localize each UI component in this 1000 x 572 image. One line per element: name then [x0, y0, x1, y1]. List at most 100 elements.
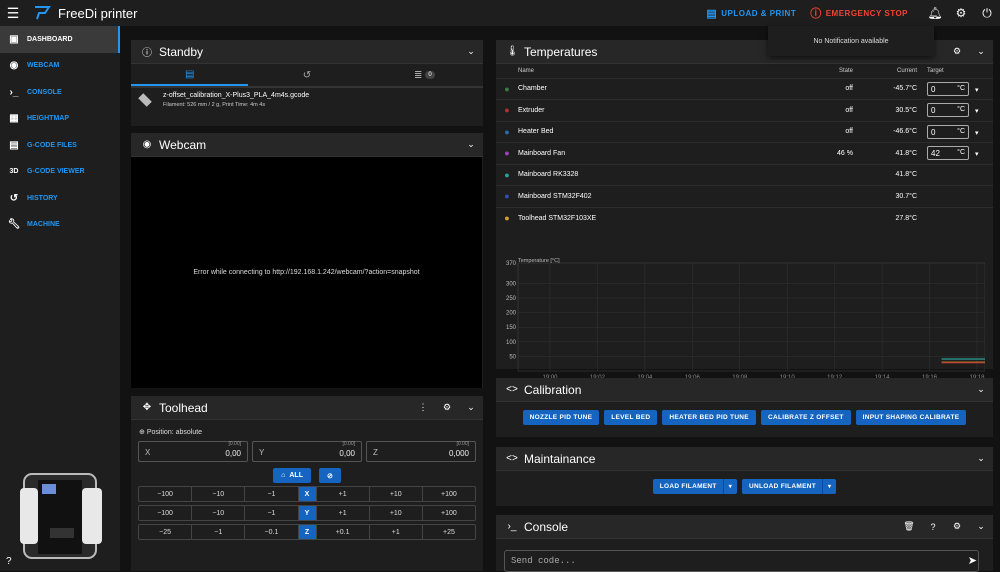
file-icon: ▤ — [184, 68, 195, 80]
gear-icon[interactable]: ⚙ — [945, 521, 969, 532]
sidebar-item-machine[interactable]: 🔧︎ MACHINE — [0, 212, 120, 239]
target-input[interactable]: 0 °C — [927, 81, 969, 96]
sidebar-item-history[interactable]: ↺ HISTORY — [0, 185, 120, 212]
caret-down-icon[interactable]: ▾ — [975, 151, 979, 158]
target-input[interactable]: 0 °C — [927, 103, 969, 118]
console-panel: ›_ Console 🗑︎ ? ⚙ ⌄ Send code... ➤ — [496, 515, 993, 572]
jog-x-minus-1[interactable]: −1 — [245, 487, 299, 501]
sidebar-item-gcode-viewer[interactable]: 3D G-CODE VIEWER — [0, 159, 120, 186]
upload-print-button[interactable]: ▤ UPLOAD & PRINT — [706, 7, 796, 20]
sidebar-item-console[interactable]: ›_ CONSOLE — [0, 79, 120, 106]
job-item[interactable]: z-offset_calibration_X-Plus3_PLA_4m4s.gc… — [131, 88, 483, 112]
tab-history[interactable]: ↺ — [248, 64, 365, 86]
sidebar-item-gcode-files[interactable]: ▤ G-CODE FILES — [0, 132, 120, 159]
gear-icon[interactable]: ⚙ — [435, 402, 459, 413]
z-position-field[interactable]: Z [0.00] 0,000 — [366, 441, 476, 462]
help-icon[interactable]: ? — [6, 556, 12, 567]
x-position-field[interactable]: X [0.00] 0,00 — [138, 441, 248, 462]
chevron-down-icon[interactable]: ⌄ — [459, 402, 483, 413]
help-icon[interactable]: ? — [921, 522, 945, 532]
jog-y-plus-100[interactable]: +100 — [423, 506, 475, 520]
gear-icon[interactable]: ⚙ — [948, 0, 974, 26]
sidebar-item-label: WEBCAM — [27, 62, 60, 70]
home-x-button[interactable]: X — [298, 487, 317, 501]
caret-down-icon[interactable]: ▾ — [975, 130, 979, 137]
level-bed-button[interactable]: LEVEL BED — [604, 410, 658, 425]
maintainance-title: Maintainance — [524, 451, 596, 466]
chevron-down-icon[interactable]: ⌄ — [969, 453, 993, 464]
chevron-down-icon[interactable]: ⌄ — [969, 46, 993, 57]
target-value: 0 — [931, 84, 936, 94]
power-icon[interactable]: ⏻ — [974, 0, 1000, 26]
chevron-down-icon[interactable]: ⌄ — [969, 521, 993, 532]
webcam-icon: ◉ — [142, 139, 152, 150]
toolhead-title: Toolhead — [159, 400, 208, 415]
caret-down-icon[interactable]: ▾ — [975, 108, 979, 115]
jog-z-plus-25[interactable]: +25 — [423, 525, 475, 539]
standby-tabs: ▤ ↺ ≣ 0 — [131, 64, 483, 88]
jog-y-plus-1[interactable]: +1 — [317, 506, 370, 520]
gcode-thumbnail-icon — [138, 93, 152, 107]
jog-x-minus-10[interactable]: −10 — [192, 487, 246, 501]
jog-y-minus-1[interactable]: −1 — [245, 506, 299, 520]
history-icon: ↺ — [9, 192, 19, 204]
unload-filament-button[interactable]: UNLOAD FILAMENT ▾ — [742, 479, 837, 494]
tab-queue[interactable]: ≣ 0 — [366, 64, 483, 86]
chevron-down-icon[interactable]: ⌄ — [459, 139, 483, 150]
more-vert-icon[interactable]: ⋮ — [411, 402, 435, 413]
jog-z-minus-0-1[interactable]: −0.1 — [245, 525, 299, 539]
sensor-current: -45.7°C — [861, 77, 921, 100]
console-input[interactable]: Send code... — [504, 550, 979, 572]
motors-off-button[interactable]: ⊘ — [318, 468, 341, 483]
target-input[interactable]: 42 °C — [927, 146, 969, 161]
emergency-stop-button[interactable]: ⓘ EMERGENCY STOP — [810, 5, 908, 21]
gear-icon[interactable]: ⚙ — [945, 46, 969, 57]
jog-y-plus-10[interactable]: +10 — [370, 506, 423, 520]
target-input[interactable]: 0 °C — [927, 124, 969, 139]
chevron-down-icon[interactable]: ⌄ — [459, 46, 483, 57]
jog-y-minus-100[interactable]: −100 — [139, 506, 193, 520]
sensor-icon: ● — [504, 148, 510, 159]
y-position-field[interactable]: Y [0.00] 0,00 — [252, 441, 362, 462]
jog-y-minus-10[interactable]: −10 — [192, 506, 246, 520]
sidebar-item-webcam[interactable]: ◉ WEBCAM — [0, 53, 120, 80]
jog-z-plus-0-1[interactable]: +0.1 — [317, 525, 370, 539]
input-shaping-calibrate-button[interactable]: INPUT SHAPING CALIBRATE — [855, 410, 967, 425]
target-unit: °C — [957, 127, 965, 135]
bell-icon[interactable]: 🔔︎ — [922, 0, 948, 26]
caret-down-icon[interactable]: ▾ — [722, 479, 737, 494]
webcam-view: Error while connecting to http://192.168… — [131, 157, 482, 388]
menu-icon[interactable]: ☰ — [0, 0, 26, 26]
webcam-header: ◉ Webcam ⌄ — [131, 133, 483, 157]
sidebar-item-label: DASHBOARD — [27, 35, 73, 43]
jog-x-plus-100[interactable]: +100 — [423, 487, 475, 501]
nozzle-pid-tune-button[interactable]: NOZZLE PID TUNE — [522, 410, 600, 425]
home-y-button[interactable]: Y — [298, 506, 317, 520]
tab-files[interactable]: ▤ — [131, 64, 249, 86]
caret-down-icon[interactable]: ▾ — [975, 87, 979, 94]
jog-x-plus-10[interactable]: +10 — [370, 487, 423, 501]
home-all-button[interactable]: ⌂ ALL — [273, 468, 311, 483]
jog-x-minus-100[interactable]: −100 — [139, 487, 193, 501]
chart-y-tick: 250 — [506, 296, 517, 302]
trash-icon[interactable]: 🗑︎ — [897, 521, 921, 532]
sensor-icon: ● — [504, 126, 510, 137]
sidebar-item-dashboard[interactable]: ▣ DASHBOARD — [0, 26, 120, 53]
webcam-title: Webcam — [159, 137, 207, 152]
caret-down-icon[interactable]: ▾ — [821, 479, 836, 494]
sidebar-item-heightmap[interactable]: ▦ HEIGHTMAP — [0, 106, 120, 133]
chevron-down-icon[interactable]: ⌄ — [969, 384, 993, 395]
load-filament-button[interactable]: LOAD FILAMENT ▾ — [652, 479, 737, 494]
jog-x-plus-1[interactable]: +1 — [317, 487, 370, 501]
jog-z-minus-1[interactable]: −1 — [192, 525, 246, 539]
history-icon: ↺ — [302, 69, 312, 81]
chart-y-tick: 370 — [506, 261, 517, 267]
send-icon[interactable]: ➤ — [968, 554, 977, 567]
jog-z-plus-1[interactable]: +1 — [370, 525, 423, 539]
heater-bed-pid-tune-button[interactable]: HEATER BED PID TUNE — [662, 410, 756, 425]
calibrate-z-offset-button[interactable]: CALIBRATE Z OFFSET — [760, 410, 851, 425]
jog-z-minus-25[interactable]: −25 — [139, 525, 193, 539]
x-max: [0.00] — [228, 441, 241, 447]
target-value: 0 — [931, 106, 936, 116]
home-z-button[interactable]: Z — [298, 525, 317, 539]
